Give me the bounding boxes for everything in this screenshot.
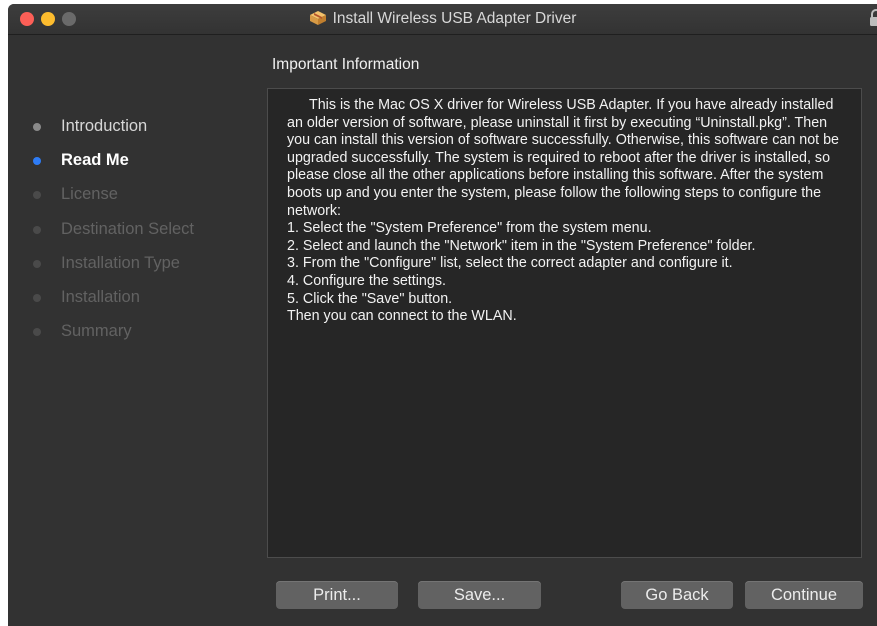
step-indicator-dot bbox=[33, 191, 41, 200]
read-me-step-2: 2. Select and launch the "Network" item … bbox=[287, 237, 756, 254]
step-introduction: Introduction bbox=[8, 114, 258, 148]
step-label: Destination Select bbox=[61, 219, 194, 238]
save-button[interactable]: Save... bbox=[418, 581, 541, 609]
step-indicator-dot bbox=[33, 328, 41, 337]
step-label: Summary bbox=[61, 322, 132, 341]
step-summary: Summary bbox=[8, 319, 258, 353]
step-label: Introduction bbox=[61, 117, 148, 135]
continue-button[interactable]: Continue bbox=[745, 581, 863, 609]
step-installation: Installation bbox=[8, 285, 258, 319]
step-label: Installation bbox=[61, 287, 140, 306]
read-me-step-1: 1. Select the "System Preference" from t… bbox=[287, 220, 652, 237]
window-title: Install Wireless USB Adapter Driver bbox=[332, 10, 577, 27]
step-destination-select: Destination Select bbox=[8, 217, 258, 251]
read-me-closing-line: Then you can connect to the WLAN. bbox=[287, 308, 517, 325]
lock-icon bbox=[869, 9, 877, 32]
step-indicator-dot bbox=[33, 157, 41, 166]
step-indicator-dot bbox=[33, 123, 41, 131]
installer-steps: Introduction Read Me License Destination… bbox=[8, 114, 258, 353]
step-indicator-dot bbox=[33, 225, 41, 234]
installer-window: Install Wireless USB Adapter Driver Intr… bbox=[8, 4, 877, 626]
step-installation-type: Installation Type bbox=[8, 251, 258, 285]
step-indicator-dot bbox=[33, 293, 41, 302]
step-indicator-dot bbox=[33, 259, 41, 268]
package-icon bbox=[309, 10, 327, 31]
step-label: License bbox=[61, 185, 118, 204]
read-me-step-4: 4. Configure the settings. bbox=[287, 272, 446, 289]
read-me-text-area[interactable]: This is the Mac OS X driver for Wireless… bbox=[267, 88, 862, 558]
section-title: Important Information bbox=[272, 56, 420, 73]
read-me-step-5: 5. Click the "Save" button. bbox=[287, 290, 453, 307]
go-back-button[interactable]: Go Back bbox=[621, 581, 733, 609]
read-me-step-3: 3. From the "Configure" list, select the… bbox=[287, 255, 733, 272]
print-button[interactable]: Print... bbox=[276, 581, 398, 609]
read-me-intro-paragraph: This is the Mac OS X driver for Wireless… bbox=[287, 97, 840, 219]
title-bar[interactable]: Install Wireless USB Adapter Driver bbox=[8, 4, 877, 35]
step-license: License bbox=[8, 182, 258, 216]
step-read-me: Read Me bbox=[8, 148, 258, 182]
step-label: Installation Type bbox=[61, 253, 180, 272]
window-title-wrap: Install Wireless USB Adapter Driver bbox=[8, 10, 877, 31]
step-label: Read Me bbox=[61, 151, 129, 170]
